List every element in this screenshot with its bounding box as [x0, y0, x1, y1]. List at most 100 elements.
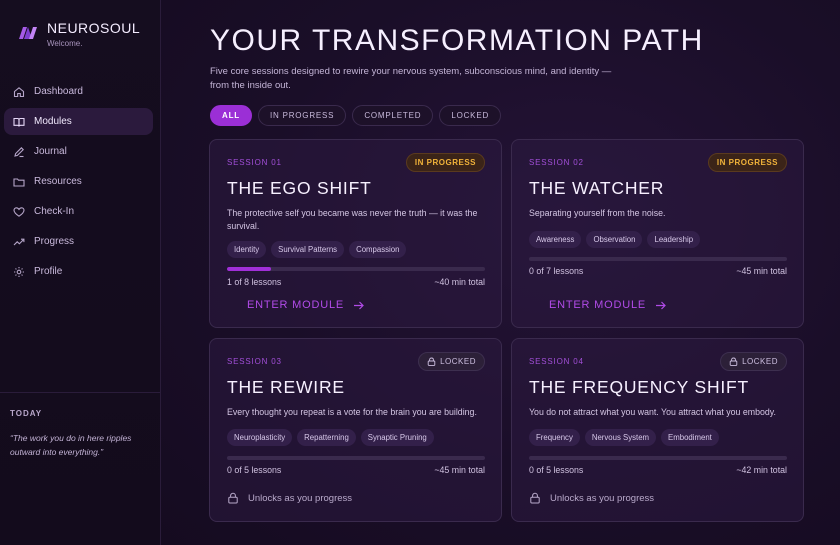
module-title: THE FREQUENCY SHIFT: [529, 377, 750, 397]
brand-name: NEUROSOUL: [47, 20, 141, 36]
lock-icon: [530, 492, 540, 504]
tag: Embodiment: [661, 429, 719, 446]
module-description: You do not attract what you want. You at…: [529, 407, 776, 417]
sidebar-item-resources[interactable]: Resources: [4, 168, 153, 195]
folder-icon: [13, 176, 25, 188]
status-badge: IN PROGRESS: [405, 153, 485, 172]
tag-list: Frequency Nervous System Embodiment: [529, 429, 724, 446]
sidebar-item-check-in[interactable]: Check-In: [4, 198, 153, 225]
pen-icon: [13, 146, 25, 158]
unlock-hint-label: Unlocks as you progress: [248, 492, 353, 504]
session-label: SESSION 04: [529, 357, 584, 366]
module-description: The protective self you became was never…: [227, 208, 478, 231]
sidebar: NEUROSOUL Welcome. Dashboard Modules Jou…: [0, 0, 161, 545]
tag: Compassion: [349, 241, 407, 258]
module-card-frequency-shift[interactable]: SESSION 04 LOCKED THE FREQUENCY SHIFT Yo…: [511, 338, 804, 522]
module-card-rewire[interactable]: SESSION 03 LOCKED THE REWIRE Every thoug…: [209, 338, 502, 522]
tag: Leadership: [647, 231, 701, 248]
tag: Frequency: [529, 429, 580, 446]
module-meta: 0 of 5 lessons ~42 min total: [529, 465, 787, 475]
trending-up-icon: [13, 236, 25, 248]
sidebar-item-label: Journal: [34, 146, 67, 157]
book-icon: [13, 116, 25, 128]
module-title: THE EGO SHIFT: [227, 178, 372, 198]
duration: ~45 min total: [434, 465, 485, 475]
progress-bar: [529, 257, 787, 261]
lesson-count: 0 of 5 lessons: [529, 465, 584, 475]
page-subtitle: Five core sessions designed to rewire yo…: [210, 66, 612, 91]
module-meta: 0 of 7 lessons ~45 min total: [529, 266, 787, 276]
lock-icon: [427, 357, 436, 366]
sidebar-item-label: Modules: [34, 116, 72, 127]
unlock-hint: Unlocks as you progress: [529, 492, 654, 504]
status-badge: IN PROGRESS: [707, 153, 787, 172]
tag: Nervous System: [584, 429, 657, 446]
duration: ~42 min total: [736, 465, 787, 475]
sidebar-item-label: Resources: [34, 176, 82, 187]
status-badge: LOCKED: [720, 352, 787, 371]
module-title: THE REWIRE: [227, 377, 345, 397]
lock-icon: [729, 357, 738, 366]
sidebar-item-progress[interactable]: Progress: [4, 228, 153, 255]
gear-icon: [13, 266, 25, 278]
module-description: Every thought you repeat is a vote for t…: [227, 407, 477, 417]
sidebar-item-modules[interactable]: Modules: [4, 108, 153, 135]
tag-list: Awareness Observation Leadership: [529, 231, 705, 248]
module-meta: 1 of 8 lessons ~40 min total: [227, 277, 485, 287]
module-title: THE WATCHER: [529, 178, 665, 198]
tag: Observation: [586, 231, 643, 248]
unlock-hint-label: Unlocks as you progress: [550, 492, 655, 504]
sidebar-item-label: Profile: [34, 266, 63, 277]
filter-completed[interactable]: COMPLETED: [352, 105, 434, 126]
session-label: SESSION 01: [227, 158, 282, 167]
progress-bar: [227, 267, 485, 271]
sidebar-item-dashboard[interactable]: Dashboard: [4, 78, 153, 105]
today-panel: TODAY “The work you do in here ripples o…: [0, 392, 160, 459]
main-content: YOUR TRANSFORMATION PATH Five core sessi…: [161, 0, 840, 545]
tag: Awareness: [529, 231, 582, 248]
enter-module-button[interactable]: ENTER MODULE: [549, 299, 666, 311]
module-meta: 0 of 5 lessons ~45 min total: [227, 465, 485, 475]
filter-tabs: ALL IN PROGRESS COMPLETED LOCKED: [210, 105, 507, 126]
tag: Identity: [227, 241, 267, 258]
progress-bar: [227, 456, 485, 460]
page-title: YOUR TRANSFORMATION PATH: [210, 24, 704, 57]
status-badge: LOCKED: [418, 352, 485, 371]
session-label: SESSION 03: [227, 357, 282, 366]
tag: Synaptic Pruning: [360, 429, 434, 446]
unlock-hint: Unlocks as you progress: [227, 492, 352, 504]
arrow-right-icon: [354, 301, 364, 309]
sidebar-nav: Dashboard Modules Journal Resources Chec…: [4, 78, 153, 288]
filter-in-progress[interactable]: IN PROGRESS: [257, 105, 347, 126]
enter-module-label: ENTER MODULE: [247, 299, 344, 311]
session-label: SESSION 02: [529, 158, 584, 167]
lesson-count: 0 of 5 lessons: [227, 465, 282, 475]
home-icon: [13, 86, 25, 98]
sidebar-item-profile[interactable]: Profile: [4, 258, 153, 285]
today-label: TODAY: [10, 409, 43, 418]
today-quote: “The work you do in here ripples outward…: [10, 433, 132, 457]
filter-all[interactable]: ALL: [210, 105, 252, 126]
module-card-watcher[interactable]: SESSION 02 IN PROGRESS THE WATCHER Separ…: [511, 139, 804, 328]
duration: ~40 min total: [434, 277, 485, 287]
module-card-ego-shift[interactable]: SESSION 01 IN PROGRESS THE EGO SHIFT The…: [209, 139, 502, 328]
arrow-right-icon: [656, 301, 666, 309]
sidebar-item-journal[interactable]: Journal: [4, 138, 153, 165]
enter-module-label: ENTER MODULE: [549, 299, 646, 311]
lock-icon: [228, 492, 238, 504]
filter-locked[interactable]: LOCKED: [439, 105, 502, 126]
tag: Repatterning: [297, 429, 356, 446]
tag: Neuroplasticity: [227, 429, 293, 446]
sidebar-item-label: Progress: [34, 236, 75, 247]
neurosoul-logo-icon: [19, 27, 37, 39]
duration: ~45 min total: [736, 266, 787, 276]
sidebar-item-label: Dashboard: [34, 86, 83, 97]
lesson-count: 0 of 7 lessons: [529, 266, 584, 276]
lesson-count: 1 of 8 lessons: [227, 277, 282, 287]
progress-bar: [529, 456, 787, 460]
brand[interactable]: NEUROSOUL Welcome.: [18, 20, 140, 48]
progress-bar-fill: [227, 267, 271, 271]
enter-module-button[interactable]: ENTER MODULE: [247, 299, 364, 311]
brand-subtitle: Welcome.: [47, 39, 83, 48]
heart-icon: [13, 206, 25, 218]
